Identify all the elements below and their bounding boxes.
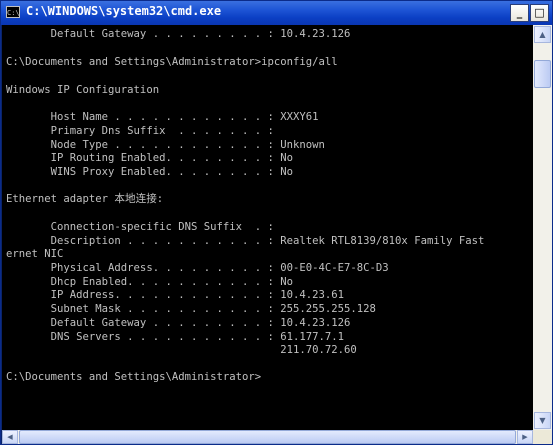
minimize-button[interactable]: _ xyxy=(510,4,529,22)
scroll-left-arrow-icon[interactable]: ◀ xyxy=(2,430,18,444)
console-line: IP Address. . . . . . . . . . . . : 10.4… xyxy=(6,289,345,301)
vertical-scrollbar[interactable]: ▲ ▼ xyxy=(533,25,552,430)
console-line: Subnet Mask . . . . . . . . . . . : 255.… xyxy=(6,303,376,315)
console-line: Physical Address. . . . . . . . . : 00-E… xyxy=(6,262,389,274)
console-line: DNS Servers . . . . . . . . . . . : 61.1… xyxy=(6,331,345,343)
console-line: Connection-specific DNS Suffix . : xyxy=(6,221,274,233)
console-line: Node Type . . . . . . . . . . . . : Unkn… xyxy=(6,139,325,151)
scroll-up-arrow-icon[interactable]: ▲ xyxy=(534,26,551,43)
console-line: Windows IP Configuration xyxy=(6,84,160,96)
console-line: ernet NIC xyxy=(6,248,64,260)
console-line: Description . . . . . . . . . . . : Real… xyxy=(6,235,485,247)
scrollbar-corner xyxy=(533,430,552,444)
scroll-down-arrow-icon[interactable]: ▼ xyxy=(534,412,551,429)
console-line: C:\Documents and Settings\Administrator>… xyxy=(6,56,338,68)
window-title: C:\WINDOWS\system32\cmd.exe xyxy=(26,4,222,18)
console-line: IP Routing Enabled. . . . . . . . : No xyxy=(6,152,294,164)
maximize-button[interactable]: □ xyxy=(530,4,549,22)
horizontal-scrollbar[interactable]: ◀ ▶ xyxy=(2,430,533,444)
vertical-scroll-thumb[interactable] xyxy=(534,60,551,88)
horizontal-scroll-thumb[interactable] xyxy=(19,430,516,444)
title-bar[interactable]: C:\ C:\WINDOWS\system32\cmd.exe _ □ □ × xyxy=(1,1,552,25)
console-line: 211.70.72.60 xyxy=(6,344,357,356)
console-line: Default Gateway . . . . . . . . . : 10.4… xyxy=(6,317,351,329)
console-line: Dhcp Enabled. . . . . . . . . . . : No xyxy=(6,276,294,288)
console-line: Primary Dns Suffix . . . . . . . : xyxy=(6,125,274,137)
scroll-right-arrow-icon[interactable]: ▶ xyxy=(517,430,533,444)
console-prompt: C:\Documents and Settings\Administrator> xyxy=(6,371,262,383)
cmd-window: C:\ C:\WINDOWS\system32\cmd.exe _ □ □ × … xyxy=(0,0,553,445)
console-line: Host Name . . . . . . . . . . . . : XXXY… xyxy=(6,111,319,123)
cmd-app-icon[interactable]: C:\ xyxy=(6,6,20,18)
console-line: Default Gateway . . . . . . . . . : 10.4… xyxy=(6,28,351,40)
console-line: WINS Proxy Enabled. . . . . . . . : No xyxy=(6,166,294,178)
console-output[interactable]: Default Gateway . . . . . . . . . : 10.4… xyxy=(2,25,533,430)
console-line: Ethernet adapter 本地连接: xyxy=(6,193,164,205)
